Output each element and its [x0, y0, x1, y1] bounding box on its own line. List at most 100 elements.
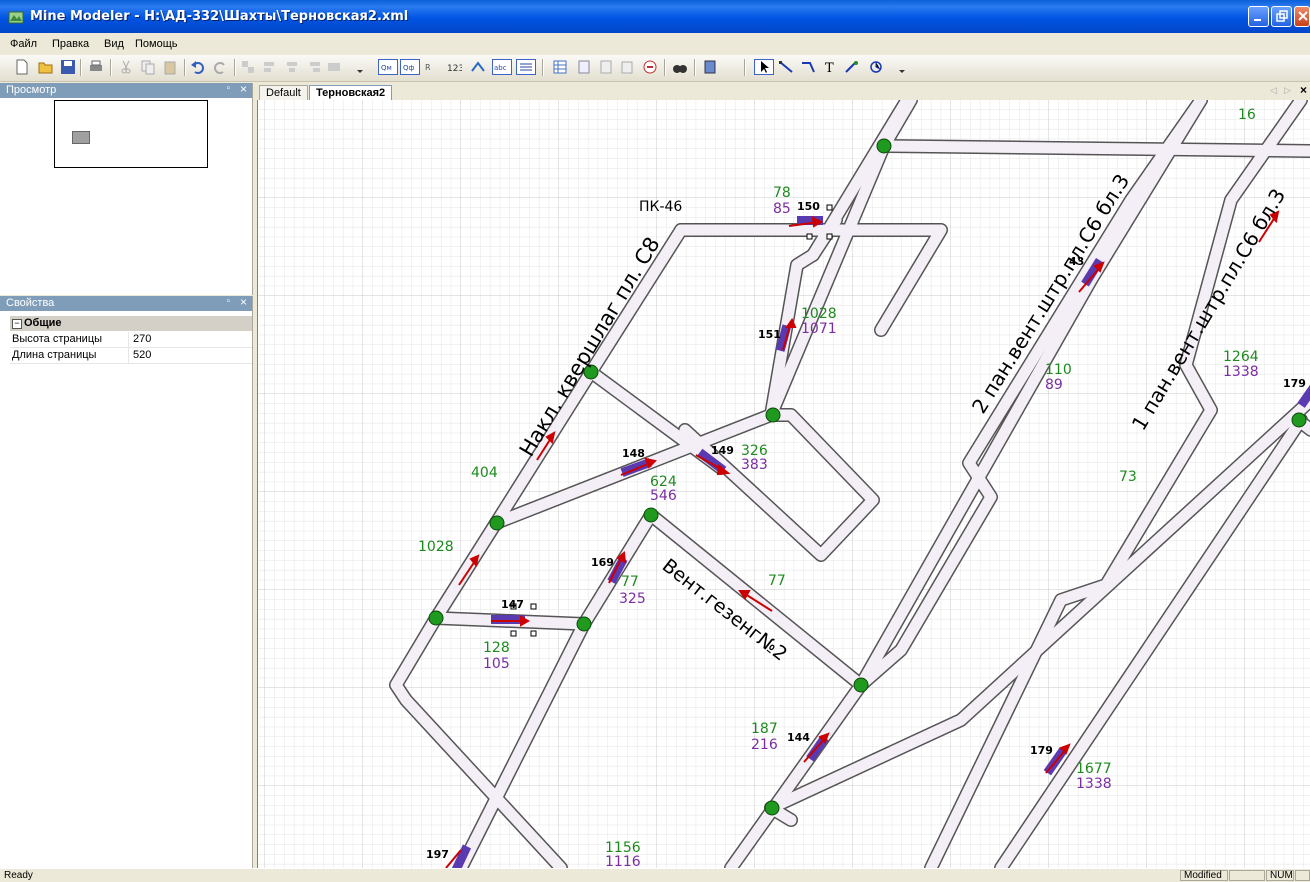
flow-purple: 1338 — [1223, 364, 1259, 380]
align-left-icon[interactable] — [262, 59, 278, 75]
document-tabs: Default Терновская2 ◁ ▷ × — [257, 83, 1310, 101]
property-value[interactable]: 270 — [128, 332, 252, 347]
minimize-button[interactable] — [1248, 6, 1269, 27]
flow-green: 77 — [768, 573, 786, 589]
select-pointer-icon[interactable] — [754, 59, 774, 75]
save-icon[interactable] — [60, 59, 76, 75]
svg-text:Qф: Qф — [403, 64, 415, 72]
node[interactable] — [643, 507, 659, 523]
distribute-icon[interactable] — [326, 59, 342, 75]
preview-viewport[interactable] — [72, 131, 90, 144]
property-row[interactable]: Длина страницы 520 — [10, 348, 252, 364]
document-icon[interactable] — [598, 59, 614, 75]
flow-purple: 1116 — [605, 854, 641, 868]
property-group-title: Общие — [24, 317, 62, 329]
align-right-icon[interactable] — [306, 59, 322, 75]
panel-close-icon[interactable]: × — [240, 295, 247, 309]
menu-view[interactable]: Вид — [104, 38, 124, 50]
pin-icon[interactable]: ▫ — [226, 296, 230, 307]
toolbar: Qм Qф R 123 abc T — [0, 55, 1310, 82]
collapse-icon[interactable]: − — [12, 319, 22, 329]
tab-default[interactable]: Default — [259, 85, 308, 100]
node[interactable] — [876, 138, 892, 154]
network-canvas[interactable]: ПК-46 Накл. квершлаг пл. С8 Вент.гезенг№… — [257, 100, 1310, 868]
list-toggle-icon[interactable] — [516, 59, 536, 75]
svg-text:abc: abc — [494, 64, 507, 72]
draw-curve-icon[interactable] — [800, 59, 816, 75]
tab-scroll-right-icon[interactable]: ▷ — [1284, 85, 1291, 96]
menu-help[interactable]: Помощь — [135, 38, 178, 50]
toolbar-overflow-icon[interactable] — [356, 59, 364, 75]
property-value[interactable]: 520 — [128, 348, 252, 363]
tab-close-icon[interactable]: × — [1300, 83, 1307, 97]
flow-green: 1264 — [1223, 349, 1259, 365]
node[interactable] — [489, 515, 505, 531]
close-icon — [1298, 11, 1308, 21]
undo-icon[interactable] — [190, 59, 206, 75]
new-file-icon[interactable] — [14, 59, 30, 75]
close-button[interactable] — [1294, 6, 1310, 27]
toolbar-overflow-icon-2[interactable] — [898, 59, 906, 75]
menu-file[interactable]: Файл — [10, 38, 37, 50]
preview-panel-title: Просмотр — [6, 84, 57, 96]
window-title: Mine Modeler - H:\АД-332\Шахты\Терновска… — [30, 9, 409, 24]
redo-icon[interactable] — [212, 59, 228, 75]
restore-button[interactable] — [1271, 6, 1292, 27]
node[interactable] — [428, 610, 444, 626]
flow-purple: 216 — [751, 737, 778, 753]
draw-line-icon[interactable] — [778, 59, 794, 75]
svg-text:Qм: Qм — [381, 64, 392, 72]
node[interactable] — [1291, 412, 1307, 428]
flow-green: 77 — [621, 574, 639, 590]
preview-panel: Просмотр ▫ × — [0, 82, 253, 295]
print-icon[interactable] — [88, 59, 104, 75]
copy-icon[interactable] — [140, 59, 156, 75]
book-icon[interactable] — [702, 59, 718, 75]
node-tool-icon[interactable] — [844, 59, 860, 75]
flow-green: 404 — [471, 465, 498, 481]
pages-icon[interactable] — [620, 59, 636, 75]
status-num: NUM — [1266, 870, 1294, 881]
cut-icon[interactable] — [118, 59, 134, 75]
property-row[interactable]: Высота страницы 270 — [10, 332, 252, 348]
text-tool-icon[interactable]: T — [822, 59, 838, 75]
node[interactable] — [853, 677, 869, 693]
pin-icon[interactable]: ▫ — [226, 83, 230, 94]
table-icon[interactable] — [552, 59, 568, 75]
flow-icon[interactable] — [470, 59, 486, 75]
node[interactable] — [765, 407, 781, 423]
align-center-icon[interactable] — [284, 59, 300, 75]
open-folder-icon[interactable] — [38, 59, 54, 75]
toolbar-separator — [184, 59, 186, 76]
menu-bar: Файл Правка Вид Помощь — [0, 35, 1310, 53]
label-pk46: ПК-46 — [639, 199, 682, 215]
tab-scroll-left-icon[interactable]: ◁ — [1270, 85, 1277, 96]
panel-close-icon[interactable]: × — [240, 82, 247, 96]
qm-toggle-icon[interactable]: Qм — [378, 59, 398, 75]
menu-edit[interactable]: Правка — [52, 38, 89, 50]
numbering-icon[interactable]: 123 — [446, 59, 462, 75]
qf-toggle-icon[interactable]: Qф — [400, 59, 420, 75]
resistance-icon[interactable]: R — [424, 59, 440, 75]
report-icon[interactable] — [576, 59, 592, 75]
arrange-icon[interactable] — [240, 59, 256, 75]
label-toggle-icon[interactable]: abc — [492, 59, 512, 75]
tab-ternovskaya2[interactable]: Терновская2 — [309, 85, 393, 100]
find-icon[interactable] — [672, 59, 688, 75]
zoom-icon[interactable] — [642, 59, 658, 75]
toolbar-separator — [694, 59, 696, 76]
status-modified: Modified — [1180, 870, 1228, 881]
ventilation-network-svg[interactable]: ПК-46 Накл. квершлаг пл. С8 Вент.гезенг№… — [258, 100, 1310, 868]
branch-id: 169 — [591, 556, 614, 569]
status-scrl — [1295, 870, 1310, 881]
node[interactable] — [764, 800, 780, 816]
node[interactable] — [576, 616, 592, 632]
property-key: Длина страницы — [12, 349, 97, 361]
preview-thumbnail[interactable] — [54, 100, 208, 168]
paste-icon[interactable] — [162, 59, 178, 75]
toolbar-separator — [80, 59, 82, 76]
regulator-147[interactable] — [491, 615, 525, 624]
property-group-header[interactable]: − Общие — [10, 316, 252, 331]
fan-tool-icon[interactable] — [868, 59, 884, 75]
branch-id: 43 — [1069, 255, 1084, 268]
